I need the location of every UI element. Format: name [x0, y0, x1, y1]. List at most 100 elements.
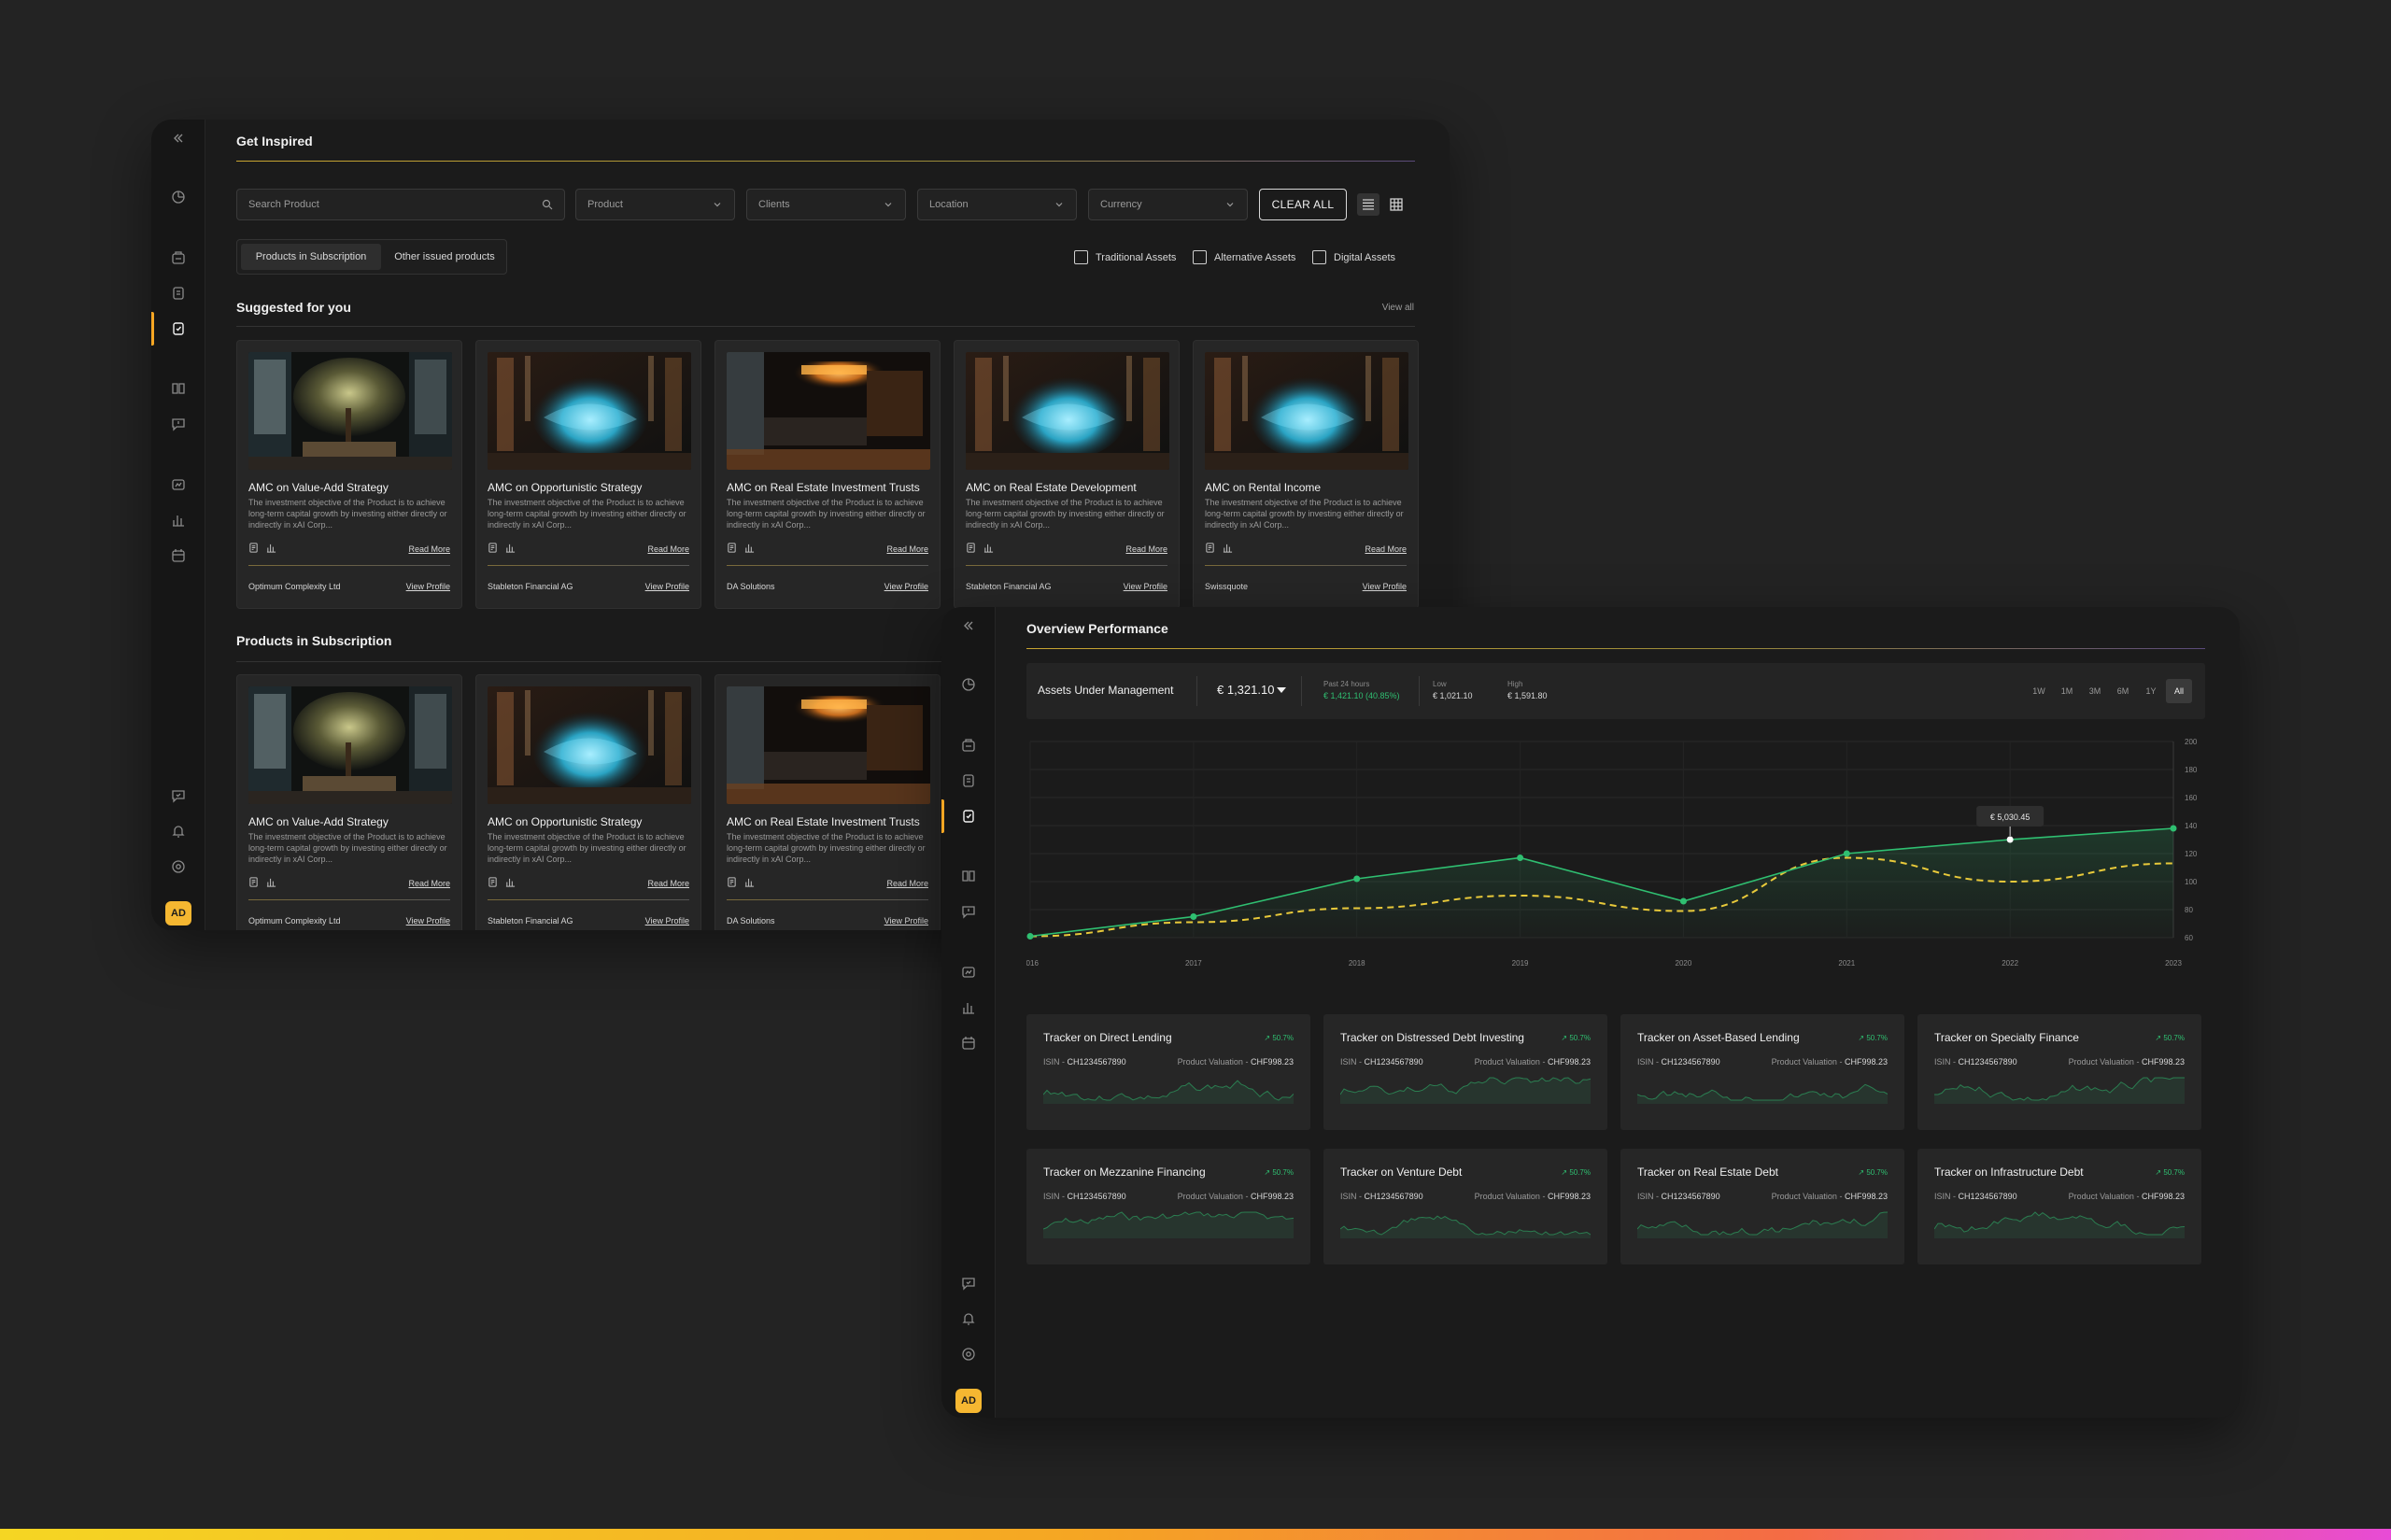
read-more-link[interactable]: Read More	[886, 879, 928, 888]
bar-chart-icon[interactable]	[1223, 543, 1233, 553]
product-card[interactable]: AMC on Value-Add Strategy The investment…	[236, 340, 462, 609]
orders-icon[interactable]	[169, 284, 188, 303]
product-title[interactable]: AMC on Rental Income	[1205, 481, 1321, 494]
view-profile-link[interactable]: View Profile	[406, 582, 450, 591]
document-icon[interactable]	[966, 543, 976, 553]
tab-other-issued-products[interactable]: Other issued products	[385, 244, 504, 270]
product-card[interactable]: AMC on Opportunistic Strategy The invest…	[475, 340, 701, 609]
tracker-card[interactable]: Tracker on Real Estate Debt ↗ 50.7% ISIN…	[1620, 1149, 1904, 1264]
range-3m[interactable]: 3M	[2082, 679, 2108, 703]
product-title[interactable]: AMC on Value-Add Strategy	[248, 481, 389, 494]
document-icon[interactable]	[727, 543, 737, 553]
tracker-card[interactable]: Tracker on Distressed Debt Investing ↗ 5…	[1323, 1014, 1607, 1130]
checkbox-digital-assets[interactable]: Digital Assets	[1312, 250, 1395, 264]
collapse-icon[interactable]	[169, 129, 188, 148]
bell-icon[interactable]	[169, 822, 188, 841]
document-icon[interactable]	[248, 543, 259, 553]
view-profile-link[interactable]: View Profile	[1363, 582, 1407, 591]
analytics-icon[interactable]	[959, 998, 978, 1017]
document-icon[interactable]	[488, 543, 498, 553]
checkbox-traditional-assets[interactable]: Traditional Assets	[1074, 250, 1176, 264]
support-icon[interactable]	[169, 786, 188, 805]
tracker-title[interactable]: Tracker on Specialty Finance	[1934, 1031, 2079, 1044]
document-icon[interactable]	[1205, 543, 1215, 553]
tracker-title[interactable]: Tracker on Real Estate Debt	[1637, 1166, 1778, 1179]
book-icon[interactable]	[169, 379, 188, 398]
book-icon[interactable]	[959, 867, 978, 885]
document-icon[interactable]	[727, 877, 737, 887]
tracker-title[interactable]: Tracker on Mezzanine Financing	[1043, 1166, 1206, 1179]
dashboard-icon[interactable]	[169, 188, 188, 206]
grid-view-icon[interactable]	[1385, 193, 1408, 216]
range-1y[interactable]: 1Y	[2138, 679, 2164, 703]
currency-dropdown[interactable]: Currency	[1088, 189, 1248, 220]
product-card[interactable]: AMC on Rental Income The investment obje…	[1193, 340, 1419, 609]
checkbox-box[interactable]	[1074, 250, 1088, 264]
product-card[interactable]: AMC on Real Estate Investment Trusts The…	[714, 340, 941, 609]
tracker-title[interactable]: Tracker on Direct Lending	[1043, 1031, 1172, 1044]
portfolio-icon[interactable]	[959, 736, 978, 755]
read-more-link[interactable]: Read More	[1365, 544, 1407, 554]
read-more-link[interactable]: Read More	[408, 879, 450, 888]
settings-icon[interactable]	[959, 1345, 978, 1363]
products-icon[interactable]	[169, 319, 188, 338]
range-6m[interactable]: 6M	[2110, 679, 2136, 703]
reports-icon[interactable]	[169, 475, 188, 494]
chat-icon[interactable]	[169, 415, 188, 433]
read-more-link[interactable]: Read More	[647, 544, 689, 554]
avatar[interactable]: AD	[165, 901, 191, 925]
bar-chart-icon[interactable]	[266, 877, 276, 887]
product-title[interactable]: AMC on Opportunistic Strategy	[488, 481, 642, 494]
tracker-card[interactable]: Tracker on Venture Debt ↗ 50.7% ISIN - C…	[1323, 1149, 1607, 1264]
tracker-card[interactable]: Tracker on Specialty Finance ↗ 50.7% ISI…	[1917, 1014, 2201, 1130]
product-title[interactable]: AMC on Opportunistic Strategy	[488, 815, 642, 828]
reports-icon[interactable]	[959, 963, 978, 982]
tracker-card[interactable]: Tracker on Mezzanine Financing ↗ 50.7% I…	[1026, 1149, 1310, 1264]
dashboard-icon[interactable]	[959, 675, 978, 694]
checkbox-box[interactable]	[1193, 250, 1207, 264]
avatar[interactable]: AD	[955, 1389, 982, 1413]
view-profile-link[interactable]: View Profile	[1124, 582, 1167, 591]
product-card[interactable]: AMC on Value-Add Strategy The investment…	[236, 674, 462, 930]
tracker-title[interactable]: Tracker on Venture Debt	[1340, 1166, 1462, 1179]
tracker-card[interactable]: Tracker on Infrastructure Debt ↗ 50.7% I…	[1917, 1149, 2201, 1264]
range-1m[interactable]: 1M	[2054, 679, 2080, 703]
settings-icon[interactable]	[169, 857, 188, 876]
caret-down-icon[interactable]	[1277, 687, 1286, 693]
bell-icon[interactable]	[959, 1309, 978, 1328]
calendar-icon[interactable]	[169, 546, 188, 565]
clients-dropdown[interactable]: Clients	[746, 189, 906, 220]
tracker-card[interactable]: Tracker on Direct Lending ↗ 50.7% ISIN -…	[1026, 1014, 1310, 1130]
checkbox-alternative-assets[interactable]: Alternative Assets	[1193, 250, 1295, 264]
document-icon[interactable]	[248, 877, 259, 887]
tracker-title[interactable]: Tracker on Infrastructure Debt	[1934, 1166, 2084, 1179]
aum-value[interactable]: € 1,321.10	[1217, 683, 1274, 697]
product-card[interactable]: AMC on Real Estate Investment Trusts The…	[714, 674, 941, 930]
bar-chart-icon[interactable]	[983, 543, 994, 553]
collapse-icon[interactable]	[959, 616, 978, 635]
support-icon[interactable]	[959, 1274, 978, 1293]
calendar-icon[interactable]	[959, 1034, 978, 1053]
bar-chart-icon[interactable]	[744, 543, 755, 553]
product-dropdown[interactable]: Product	[575, 189, 735, 220]
read-more-link[interactable]: Read More	[886, 544, 928, 554]
product-title[interactable]: AMC on Real Estate Investment Trusts	[727, 815, 920, 828]
product-card[interactable]: AMC on Real Estate Development The inves…	[954, 340, 1180, 609]
view-profile-link[interactable]: View Profile	[884, 582, 928, 591]
product-title[interactable]: AMC on Value-Add Strategy	[248, 815, 389, 828]
tracker-title[interactable]: Tracker on Distressed Debt Investing	[1340, 1031, 1524, 1044]
tracker-card[interactable]: Tracker on Asset-Based Lending ↗ 50.7% I…	[1620, 1014, 1904, 1130]
read-more-link[interactable]: Read More	[408, 544, 450, 554]
location-dropdown[interactable]: Location	[917, 189, 1077, 220]
analytics-icon[interactable]	[169, 511, 188, 530]
document-icon[interactable]	[488, 877, 498, 887]
view-profile-link[interactable]: View Profile	[884, 916, 928, 925]
checkbox-box[interactable]	[1312, 250, 1326, 264]
portfolio-icon[interactable]	[169, 248, 188, 267]
view-profile-link[interactable]: View Profile	[645, 916, 689, 925]
view-profile-link[interactable]: View Profile	[406, 916, 450, 925]
chat-icon[interactable]	[959, 902, 978, 921]
tab-products-in-subscription[interactable]: Products in Subscription	[241, 244, 381, 270]
view-all-link[interactable]: View all	[1382, 303, 1414, 313]
bar-chart-icon[interactable]	[505, 877, 516, 887]
